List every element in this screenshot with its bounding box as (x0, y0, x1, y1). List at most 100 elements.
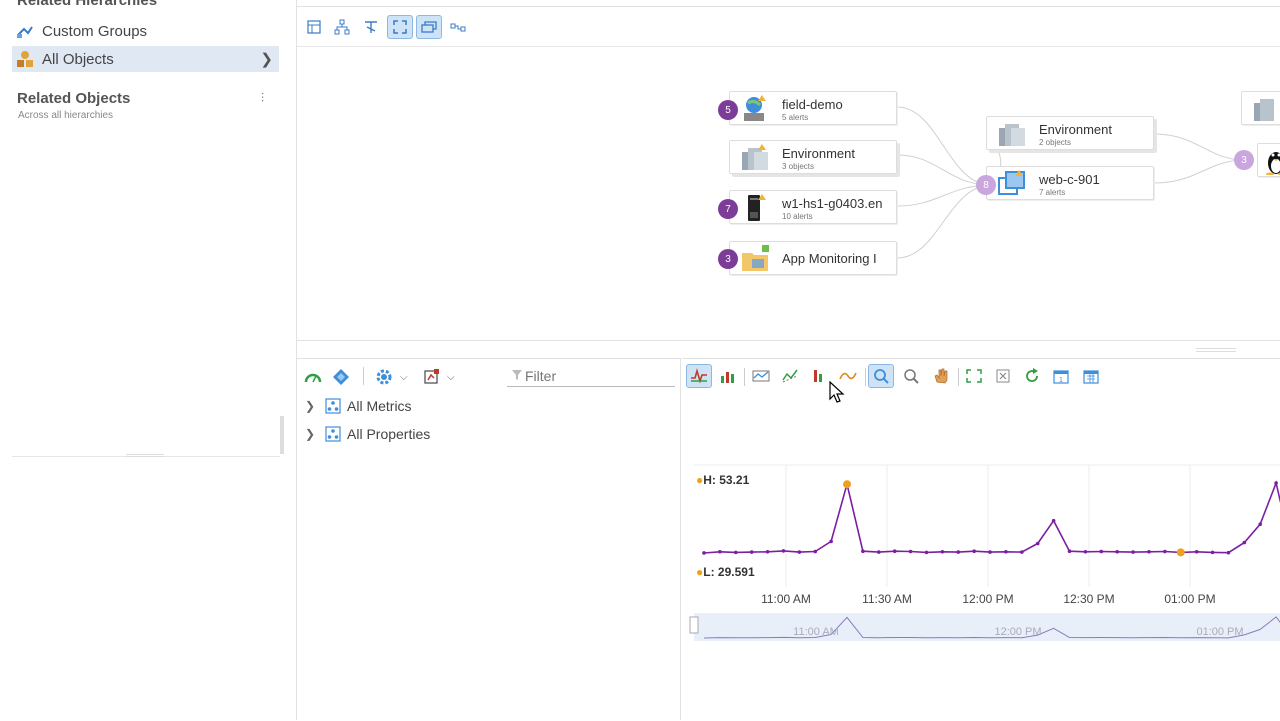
data-point (1084, 550, 1088, 554)
navigator-handle[interactable] (690, 617, 698, 633)
data-point (1099, 550, 1103, 554)
data-point (861, 549, 865, 553)
tree-item-label: All Properties (347, 426, 430, 442)
gauge-icon (303, 369, 323, 385)
dashboard-dropdown[interactable]: ⌵ (423, 367, 455, 387)
filter-input[interactable] (507, 365, 675, 387)
node-name: Environment (1039, 122, 1112, 137)
environment-icon (1252, 95, 1280, 123)
tree-item-all-properties[interactable]: ❯ All Properties (305, 423, 430, 445)
diamond-icon (332, 368, 350, 386)
gear-icon (374, 367, 394, 387)
alert-count-badge[interactable]: 5 (718, 100, 738, 120)
time-navigator[interactable] (694, 613, 1280, 641)
data-point (925, 551, 929, 555)
navigator-tick-label: 11:00 AM (793, 626, 839, 638)
data-point (1020, 550, 1024, 554)
node-sub: 7 alerts (1039, 188, 1065, 197)
tree-item-label: All Metrics (347, 398, 412, 414)
metric-line-chart[interactable]: 11:00 AM 11:30 AM 12:00 PM 12:30 PM 01:00 PM… (682, 359, 1280, 721)
host-icon (740, 194, 770, 222)
graph-node-environment[interactable]: Environment 3 objects (729, 140, 897, 174)
sidebar-item-label: All Objects (42, 51, 114, 68)
graph-node-offscreen-top[interactable] (1241, 91, 1280, 125)
x-tick-label: 01:00 PM (1164, 592, 1215, 606)
alert-count-badge[interactable]: 3 (1234, 150, 1254, 170)
chevron-right-icon: ❯ (305, 399, 321, 413)
graph-node-environment-2[interactable]: Environment 2 objects (986, 116, 1154, 150)
alert-count-badge[interactable]: 3 (718, 249, 738, 269)
linux-penguin-icon (1262, 147, 1280, 175)
graph-node-linux[interactable] (1257, 143, 1280, 177)
chart-pin-icon (423, 368, 441, 386)
data-point (1177, 548, 1185, 556)
navigator-tick-label: 01:00 PM (1196, 626, 1243, 638)
data-point (1131, 550, 1135, 554)
chevron-down-icon: ⌵ (400, 372, 408, 383)
tree-item-all-metrics[interactable]: ❯ All Metrics (305, 395, 412, 417)
settings-dropdown[interactable]: ⌵ (374, 367, 408, 387)
graph-node-field-demo[interactable]: field-demo 5 alerts (729, 91, 897, 125)
mouse-cursor-icon (829, 381, 845, 405)
node-sub: 5 alerts (782, 113, 808, 122)
sidebar-item-all-objects[interactable]: All Objects ❯ (12, 46, 279, 72)
related-objects-title: Related Objects (17, 90, 130, 107)
data-point (877, 550, 881, 554)
alert-count-badge[interactable]: 7 (718, 199, 738, 219)
graph-node-web-c-901[interactable]: web-c-901 7 alerts (986, 166, 1154, 200)
splitter-horizontal[interactable] (1196, 348, 1236, 352)
node-name: field-demo (782, 97, 843, 112)
data-point (1052, 519, 1056, 523)
x-tick-label: 11:00 AM (761, 592, 811, 606)
data-point (1163, 550, 1167, 554)
data-point (750, 550, 754, 554)
data-point (718, 550, 722, 554)
chevron-right-icon: ❯ (305, 427, 321, 441)
data-point (909, 550, 913, 554)
node-sub: 3 objects (782, 162, 814, 171)
metric-picker-panel: ⌵ ⌵ ❯ All Metrics ❯ All Properties (297, 358, 681, 720)
series-line (704, 483, 1280, 553)
node-sub: 2 objects (1039, 138, 1071, 147)
node-name: w1-hs1-g0403.en (782, 196, 882, 211)
all-objects-icon (16, 50, 34, 68)
custom-groups-icon (16, 23, 34, 39)
environment-icon (997, 120, 1027, 148)
data-point (1068, 549, 1072, 553)
folder-icon (740, 245, 770, 273)
data-point (988, 550, 992, 554)
data-point (893, 549, 897, 553)
x-tick-label: 12:00 PM (962, 592, 1013, 606)
environment-icon (740, 144, 770, 172)
data-point (1227, 551, 1231, 555)
data-point (1004, 550, 1008, 554)
data-point (1036, 542, 1040, 546)
data-point (843, 480, 851, 488)
data-point (734, 551, 738, 555)
relationships-button[interactable] (332, 367, 350, 387)
graph-node-app-monitoring[interactable]: App Monitoring I (729, 241, 897, 275)
left-sidebar: Related Hierarchies Custom Groups All Ob… (0, 0, 283, 720)
x-tick-label: 12:30 PM (1063, 592, 1114, 606)
health-tree-button[interactable] (303, 367, 323, 387)
data-point (1115, 550, 1119, 554)
navigator-tick-label: 12:00 PM (994, 626, 1041, 638)
x-tick-label: 11:30 AM (862, 592, 912, 606)
splitter-handle[interactable] (280, 416, 284, 454)
data-point (1211, 551, 1215, 555)
sidebar-item-custom-groups[interactable]: Custom Groups (12, 18, 279, 44)
section-title-related-hierarchies: Related Hierarchies (17, 0, 157, 9)
splitter-horizontal[interactable] (12, 456, 280, 457)
node-name: Environment (782, 146, 855, 161)
metrics-group-icon (325, 398, 341, 414)
node-name: web-c-901 (1039, 172, 1100, 187)
collapse-double-chevron-icon[interactable]: ⫶ (261, 91, 264, 106)
globe-vm-icon (740, 95, 770, 123)
data-point (956, 550, 960, 554)
data-point (766, 550, 770, 554)
data-point (702, 551, 706, 555)
data-point (972, 549, 976, 553)
properties-group-icon (325, 426, 341, 442)
alert-count-badge[interactable]: 8 (976, 175, 996, 195)
graph-node-host[interactable]: w1-hs1-g0403.en 10 alerts (729, 190, 897, 224)
